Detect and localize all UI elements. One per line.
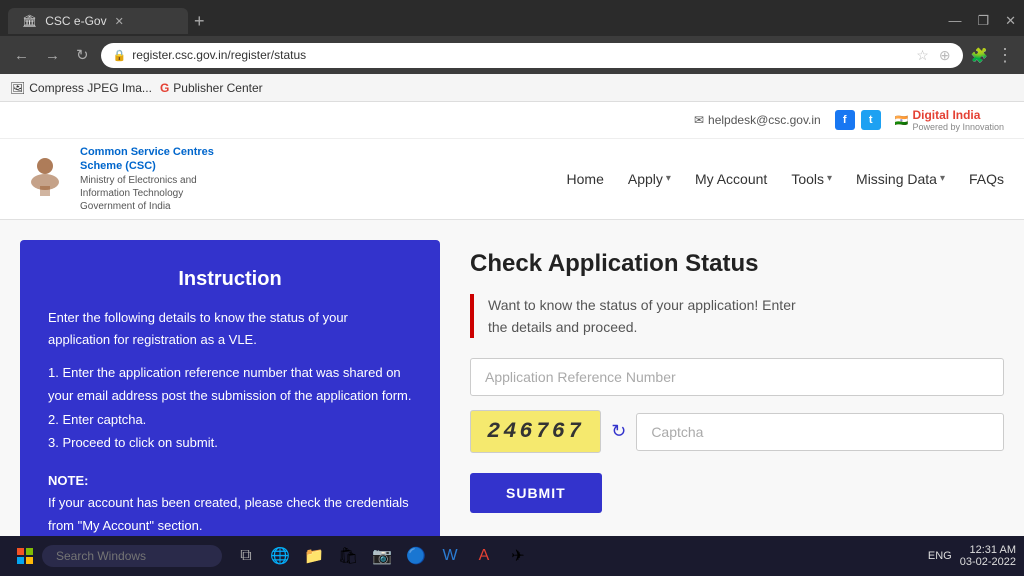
- address-bar[interactable]: 🔒 register.csc.gov.in/register/status ☆ …: [101, 43, 963, 68]
- main-content: Instruction Enter the following details …: [0, 220, 1024, 536]
- bookmark-publisher-icon: G: [160, 81, 169, 95]
- taskbar-camera[interactable]: 📷: [368, 542, 396, 570]
- instruction-intro: Enter the following details to know the …: [48, 307, 412, 536]
- twitter-icon[interactable]: t: [861, 110, 881, 130]
- form-title: Check Application Status: [470, 250, 1004, 278]
- nav-home[interactable]: Home: [567, 171, 604, 187]
- forward-button[interactable]: →: [41, 45, 64, 66]
- tab-title: CSC e-Gov: [45, 14, 106, 28]
- tab-favicon: 🏛: [22, 14, 37, 28]
- nav-links: Home Apply ▾ My Account Tools ▾ Missing …: [567, 171, 1004, 187]
- taskbar-chrome[interactable]: 🔵: [402, 542, 430, 570]
- instruction-intro-text: Enter the following details to know the …: [48, 307, 412, 351]
- step-1: 1. Enter the application reference numbe…: [48, 361, 412, 408]
- tab-close-button[interactable]: ✕: [115, 15, 124, 28]
- logo-text: Common Service Centres Scheme (CSC) Mini…: [80, 145, 220, 213]
- back-button[interactable]: ←: [10, 45, 33, 66]
- submit-button[interactable]: SUBMIT: [470, 473, 602, 513]
- url-text: register.csc.gov.in/register/status: [132, 48, 910, 62]
- bookmarks-bar: 🖼 Compress JPEG Ima... G Publisher Cente…: [0, 74, 1024, 102]
- address-bar-actions: ☆ ⊕: [916, 47, 950, 64]
- bookmark-star[interactable]: ☆: [916, 47, 929, 64]
- email-address: helpdesk@csc.gov.in: [708, 113, 821, 127]
- email-icon: ✉: [694, 113, 704, 127]
- taskbar-telegram[interactable]: ✈: [504, 542, 532, 570]
- step-3: 3. Proceed to click on submit.: [48, 431, 412, 454]
- taskbar-acrobat[interactable]: A: [470, 542, 498, 570]
- page-content: ✉ helpdesk@csc.gov.in f t 🇮🇳 Digital Ind…: [0, 102, 1024, 536]
- step-2: 2. Enter captcha.: [48, 408, 412, 431]
- form-area: Check Application Status Want to know th…: [470, 240, 1004, 536]
- emblem-icon: [20, 154, 70, 204]
- new-tab-button[interactable]: +: [194, 11, 205, 32]
- minimize-button[interactable]: —: [948, 13, 961, 29]
- bookmark-publisher-label: Publisher Center: [173, 81, 262, 95]
- taskbar-store[interactable]: 🛍: [334, 542, 362, 570]
- description-line1: Want to know the status of your applicat…: [488, 294, 1004, 316]
- tools-dropdown-arrow: ▾: [827, 173, 832, 184]
- bookmark-publisher[interactable]: G Publisher Center: [160, 81, 263, 95]
- bookmark-compress[interactable]: 🖼 Compress JPEG Ima...: [10, 81, 152, 95]
- top-info-bar: ✉ helpdesk@csc.gov.in f t 🇮🇳 Digital Ind…: [0, 102, 1024, 139]
- taskbar-word[interactable]: W: [436, 542, 464, 570]
- taskbar-language: ENG: [928, 550, 952, 562]
- address-bar-row: ← → ↻ 🔒 register.csc.gov.in/register/sta…: [0, 36, 1024, 74]
- facebook-icon[interactable]: f: [835, 110, 855, 130]
- more-options-button[interactable]: ⋮: [996, 45, 1014, 66]
- close-window-button[interactable]: ✕: [1005, 13, 1016, 29]
- tab-bar: 🏛 CSC e-Gov ✕ + — ❐ ✕: [0, 0, 1024, 36]
- start-button[interactable]: [8, 543, 42, 569]
- apply-dropdown-arrow: ▾: [666, 173, 671, 184]
- description-line2: the details and proceed.: [488, 316, 1004, 338]
- taskbar-files[interactable]: 📁: [300, 542, 328, 570]
- digital-india-logo: 🇮🇳 Digital India Powered by Innovation: [895, 108, 1004, 132]
- nav-my-account[interactable]: My Account: [695, 171, 767, 187]
- captcha-image: 246767: [470, 410, 601, 453]
- note-label: NOTE:: [48, 470, 412, 492]
- logo-area: Common Service Centres Scheme (CSC) Mini…: [20, 145, 220, 213]
- instruction-steps: 1. Enter the application reference numbe…: [48, 361, 412, 455]
- digital-india-subtitle: Powered by Innovation: [912, 122, 1004, 132]
- missing-data-dropdown-arrow: ▾: [940, 173, 945, 184]
- digital-india-icon: 🇮🇳: [895, 114, 909, 127]
- secure-icon: 🔒: [113, 49, 127, 62]
- refresh-button[interactable]: ↻: [72, 44, 93, 66]
- email-link[interactable]: ✉ helpdesk@csc.gov.in: [694, 113, 821, 127]
- taskbar-right: ENG 12:31 AM 03-02-2022: [928, 544, 1016, 568]
- taskbar: ⧉ 🌐 📁 🛍 📷 🔵 W A ✈ ENG 12:31 AM 03-02-202…: [0, 536, 1024, 576]
- navbar: Common Service Centres Scheme (CSC) Mini…: [0, 139, 1024, 220]
- captcha-row: 246767 ↻: [470, 410, 1004, 453]
- note-text: If your account has been created, please…: [48, 495, 409, 532]
- instruction-box: Instruction Enter the following details …: [20, 240, 440, 536]
- nav-tools[interactable]: Tools ▾: [791, 171, 832, 187]
- active-tab[interactable]: 🏛 CSC e-Gov ✕: [8, 8, 188, 34]
- taskbar-search[interactable]: [42, 545, 222, 567]
- maximize-button[interactable]: ❐: [977, 13, 989, 29]
- taskbar-pinned-items: ⧉ 🌐 📁 🛍 📷 🔵 W A ✈: [232, 542, 532, 570]
- nav-faqs[interactable]: FAQs: [969, 171, 1004, 187]
- nav-apply[interactable]: Apply ▾: [628, 171, 671, 187]
- nav-missing-data[interactable]: Missing Data ▾: [856, 171, 945, 187]
- bookmark-compress-icon: 🖼: [10, 81, 25, 95]
- window-controls: — ❐ ✕: [948, 13, 1016, 29]
- info-blockquote: Want to know the status of your applicat…: [470, 294, 1004, 339]
- digital-india-label: Digital India: [912, 108, 1004, 122]
- captcha-refresh-button[interactable]: ↻: [611, 421, 626, 442]
- social-icons: f t: [835, 110, 881, 130]
- extensions-button[interactable]: 🧩: [971, 47, 988, 64]
- bookmark-compress-label: Compress JPEG Ima...: [29, 81, 152, 95]
- taskbar-task-view[interactable]: ⧉: [232, 542, 260, 570]
- taskbar-edge[interactable]: 🌐: [266, 542, 294, 570]
- captcha-input[interactable]: [636, 413, 1004, 451]
- instruction-title: Instruction: [48, 268, 412, 291]
- application-reference-input[interactable]: [470, 358, 1004, 396]
- extension-icon[interactable]: ⊕: [939, 47, 951, 64]
- taskbar-time: 12:31 AM 03-02-2022: [960, 544, 1016, 568]
